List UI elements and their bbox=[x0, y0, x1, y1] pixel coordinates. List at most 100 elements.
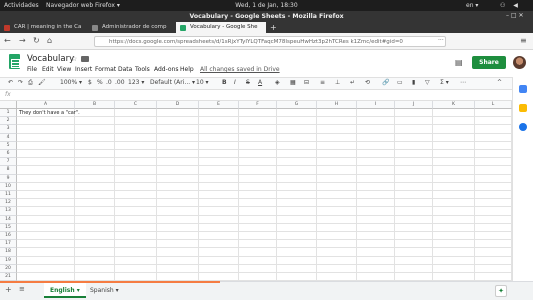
row-header-21[interactable]: 21 bbox=[0, 273, 17, 281]
menu-addons[interactable]: Add-ons bbox=[154, 66, 179, 73]
print-icon[interactable]: ⎙ bbox=[28, 79, 33, 87]
filter-icon[interactable]: ▽ bbox=[425, 79, 430, 86]
calendar-icon[interactable] bbox=[519, 85, 527, 93]
undo-icon[interactable]: ↶ bbox=[8, 79, 13, 86]
column-header-g[interactable]: G bbox=[277, 101, 317, 109]
cell-a1[interactable]: They don't have a "car". bbox=[19, 110, 80, 116]
text-color-button[interactable]: A bbox=[258, 79, 262, 86]
spreadsheet-grid[interactable]: ABCDEFGHIJKL 1 2 3 4 5 6 7 8 9 10 11 12 13 14 15 16 17 18… bbox=[0, 101, 512, 281]
valign-icon[interactable]: ⊥ bbox=[335, 79, 340, 86]
menu-file[interactable]: File bbox=[27, 66, 37, 73]
comments-icon[interactable]: ▤ bbox=[455, 58, 463, 67]
row-header-9[interactable]: 9 bbox=[0, 174, 17, 183]
share-button[interactable]: Share bbox=[472, 56, 506, 69]
column-header-k[interactable]: K bbox=[433, 101, 475, 109]
zoom-select[interactable]: 100% ▾ bbox=[60, 79, 82, 86]
window-controls[interactable]: – □ ✕ bbox=[506, 12, 524, 19]
page-actions-icon[interactable]: ··· bbox=[438, 37, 444, 44]
row-header-12[interactable]: 12 bbox=[0, 199, 17, 208]
new-tab-button[interactable]: + bbox=[266, 22, 280, 33]
collapse-menu-icon[interactable]: ^ bbox=[497, 79, 502, 86]
column-header-a[interactable]: A bbox=[17, 101, 75, 109]
column-header-f[interactable]: F bbox=[239, 101, 277, 109]
url-bar[interactable]: https://docs.google.com/spreadsheets/d/1… bbox=[94, 36, 446, 47]
sheets-logo-icon[interactable] bbox=[9, 54, 20, 69]
add-sheet-button[interactable]: + bbox=[5, 285, 12, 294]
all-sheets-button[interactable]: ≡ bbox=[19, 285, 25, 293]
row-header-6[interactable]: 6 bbox=[0, 150, 17, 159]
save-status[interactable]: All changes saved in Drive bbox=[200, 66, 280, 73]
browser-tab-admin[interactable]: Administrador de comp bbox=[88, 22, 175, 33]
row-header-13[interactable]: 13 bbox=[0, 207, 17, 216]
percent-format-button[interactable]: % bbox=[97, 79, 103, 86]
menu-view[interactable]: View bbox=[57, 66, 71, 73]
column-header-b[interactable]: B bbox=[75, 101, 115, 109]
redo-icon[interactable]: ↷ bbox=[18, 79, 23, 86]
browser-tab-car[interactable]: CAR | meaning in the Ca bbox=[0, 22, 87, 33]
currency-format-button[interactable]: $ bbox=[88, 79, 92, 86]
explore-button[interactable]: ✦ bbox=[495, 285, 507, 297]
insert-link-icon[interactable]: 🔗 bbox=[382, 79, 389, 86]
align-icon[interactable]: ≡ bbox=[320, 79, 325, 86]
sheet-tab-spanish[interactable]: Spanish ▾ bbox=[84, 283, 125, 298]
menu-edit[interactable]: Edit bbox=[42, 66, 54, 73]
row-header-19[interactable]: 19 bbox=[0, 256, 17, 265]
row-header-14[interactable]: 14 bbox=[0, 215, 17, 224]
row-header-20[interactable]: 20 bbox=[0, 264, 17, 273]
merge-cells-icon[interactable]: ⊟ bbox=[304, 79, 309, 86]
avatar[interactable] bbox=[513, 56, 526, 69]
insert-comment-icon[interactable]: ▭ bbox=[397, 79, 403, 86]
row-header-5[interactable]: 5 bbox=[0, 141, 17, 150]
increase-decimal-button[interactable]: .00 bbox=[115, 79, 125, 86]
more-formats-select[interactable]: 123 ▾ bbox=[128, 79, 144, 86]
menu-format[interactable]: Format bbox=[95, 66, 116, 73]
font-size-select[interactable]: 10 ▾ bbox=[196, 79, 209, 86]
column-header-l[interactable]: L bbox=[475, 101, 512, 109]
sheet-tab-english[interactable]: English ▾ bbox=[44, 283, 86, 298]
row-header-15[interactable]: 15 bbox=[0, 223, 17, 232]
reload-icon[interactable]: ↻ bbox=[33, 36, 40, 45]
column-header-c[interactable]: C bbox=[115, 101, 157, 109]
paint-format-icon[interactable]: 🖌 bbox=[38, 79, 46, 86]
forward-icon[interactable]: → bbox=[19, 36, 26, 45]
row-header-11[interactable]: 11 bbox=[0, 191, 17, 200]
row-header-7[interactable]: 7 bbox=[0, 158, 17, 167]
borders-icon[interactable]: ▦ bbox=[290, 79, 296, 86]
column-header-i[interactable]: I bbox=[357, 101, 395, 109]
browser-tab-vocabulary[interactable]: Vocabulary - Google She bbox=[176, 22, 266, 33]
column-header-d[interactable]: D bbox=[157, 101, 199, 109]
column-header-h[interactable]: H bbox=[317, 101, 357, 109]
home-icon[interactable]: ⌂ bbox=[47, 36, 52, 45]
row-header-16[interactable]: 16 bbox=[0, 232, 17, 241]
column-header-e[interactable]: E bbox=[199, 101, 239, 109]
select-all-corner[interactable] bbox=[0, 101, 17, 109]
column-header-j[interactable]: J bbox=[395, 101, 433, 109]
document-title[interactable]: Vocabulary bbox=[27, 54, 74, 64]
row-header-17[interactable]: 17 bbox=[0, 240, 17, 249]
italic-button[interactable]: I bbox=[234, 79, 236, 86]
tasks-icon[interactable] bbox=[519, 123, 527, 131]
row-header-10[interactable]: 10 bbox=[0, 182, 17, 191]
decrease-decimal-button[interactable]: .0 bbox=[106, 79, 112, 86]
menu-insert[interactable]: Insert bbox=[75, 66, 92, 73]
hamburger-menu-icon[interactable]: ≡ bbox=[520, 36, 527, 45]
row-header-2[interactable]: 2 bbox=[0, 117, 17, 126]
menu-data[interactable]: Data bbox=[118, 66, 132, 73]
bold-button[interactable]: B bbox=[222, 79, 227, 86]
menu-help[interactable]: Help bbox=[180, 66, 194, 73]
row-header-1[interactable]: 1 bbox=[0, 109, 17, 118]
folder-icon[interactable] bbox=[81, 56, 89, 62]
strikethrough-button[interactable]: S bbox=[246, 79, 250, 86]
menu-tools[interactable]: Tools bbox=[135, 66, 150, 73]
row-header-4[interactable]: 4 bbox=[0, 133, 17, 142]
wrap-icon[interactable]: ↵ bbox=[350, 79, 355, 86]
fill-color-icon[interactable]: ◈ bbox=[275, 79, 280, 86]
rotate-icon[interactable]: ⟲ bbox=[365, 79, 370, 86]
row-header-8[interactable]: 8 bbox=[0, 166, 17, 175]
formula-bar[interactable]: fx bbox=[0, 90, 512, 101]
functions-button[interactable]: Σ ▾ bbox=[440, 79, 449, 86]
language-indicator[interactable]: en ▾ bbox=[466, 0, 478, 11]
keep-icon[interactable] bbox=[519, 104, 527, 112]
row-header-3[interactable]: 3 bbox=[0, 125, 17, 134]
clock[interactable]: Wed, 1 de Jan, 18:30 bbox=[0, 0, 533, 11]
